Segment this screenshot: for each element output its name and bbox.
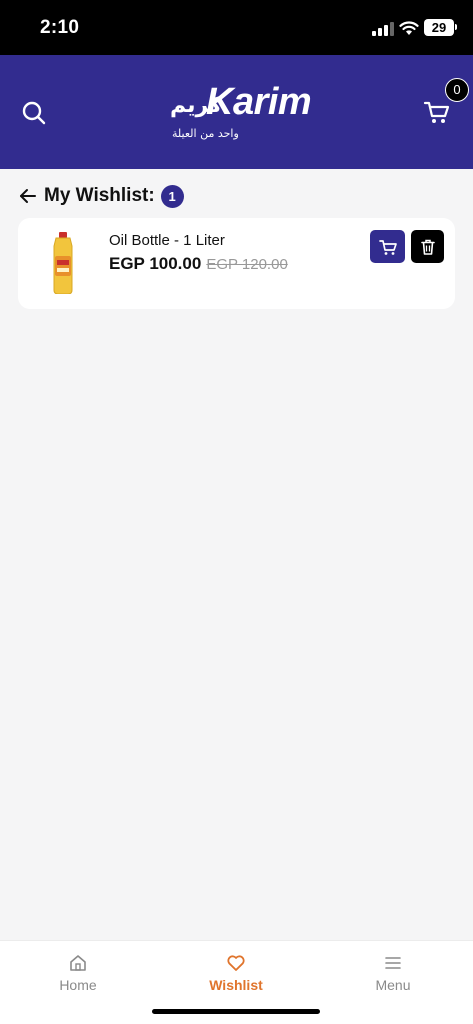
cart-count-badge: 0 bbox=[445, 78, 469, 102]
product-old-price: EGP 120.00 bbox=[206, 256, 288, 273]
karim-logo: كريم Karim واحد من العيلة bbox=[168, 81, 312, 143]
wishlist-count-badge: 1 bbox=[160, 184, 184, 208]
price-row: EGP 100.00 EGP 120.00 bbox=[109, 254, 288, 274]
wifi-icon bbox=[399, 21, 419, 35]
page-title: My Wishlist: bbox=[44, 185, 155, 206]
battery-tip bbox=[455, 24, 457, 30]
nav-label-wishlist: Wishlist bbox=[209, 977, 263, 993]
trash-icon bbox=[420, 239, 435, 255]
add-to-cart-button[interactable] bbox=[370, 230, 405, 263]
product-name[interactable]: Oil Bottle - 1 Liter bbox=[109, 232, 225, 249]
heart-icon bbox=[227, 955, 245, 971]
product-price: EGP 100.00 bbox=[109, 254, 202, 273]
status-bar: 2:10 29 bbox=[0, 0, 473, 55]
cart-icon bbox=[378, 239, 397, 255]
nav-item-menu[interactable]: Menu bbox=[348, 953, 438, 993]
remove-from-wishlist-button[interactable] bbox=[411, 230, 444, 263]
wishlist-item-card[interactable]: Oil Bottle - 1 Liter EGP 100.00 EGP 120.… bbox=[18, 218, 455, 309]
app-header: كريم Karim واحد من العيلة bbox=[0, 55, 473, 169]
cart-icon[interactable] bbox=[422, 97, 452, 127]
nav-item-home[interactable]: Home bbox=[33, 953, 123, 993]
logo-tagline: واحد من العيلة bbox=[172, 127, 239, 140]
search-icon[interactable] bbox=[20, 99, 48, 127]
back-arrow-icon[interactable] bbox=[18, 186, 38, 206]
nav-label-home: Home bbox=[59, 977, 97, 993]
oil-bottle-image[interactable] bbox=[48, 232, 78, 294]
signal-icon bbox=[372, 22, 394, 36]
wishlist-title-row: My Wishlist: 1 bbox=[18, 182, 184, 210]
menu-icon bbox=[385, 957, 401, 969]
nav-item-wishlist[interactable]: Wishlist bbox=[191, 953, 281, 993]
home-indicator bbox=[152, 1009, 320, 1014]
home-icon bbox=[70, 955, 86, 971]
battery-icon: 29 bbox=[424, 19, 454, 36]
nav-label-menu: Menu bbox=[375, 977, 411, 993]
status-time: 2:10 bbox=[40, 17, 80, 38]
logo-english-text: Karim bbox=[206, 81, 312, 123]
